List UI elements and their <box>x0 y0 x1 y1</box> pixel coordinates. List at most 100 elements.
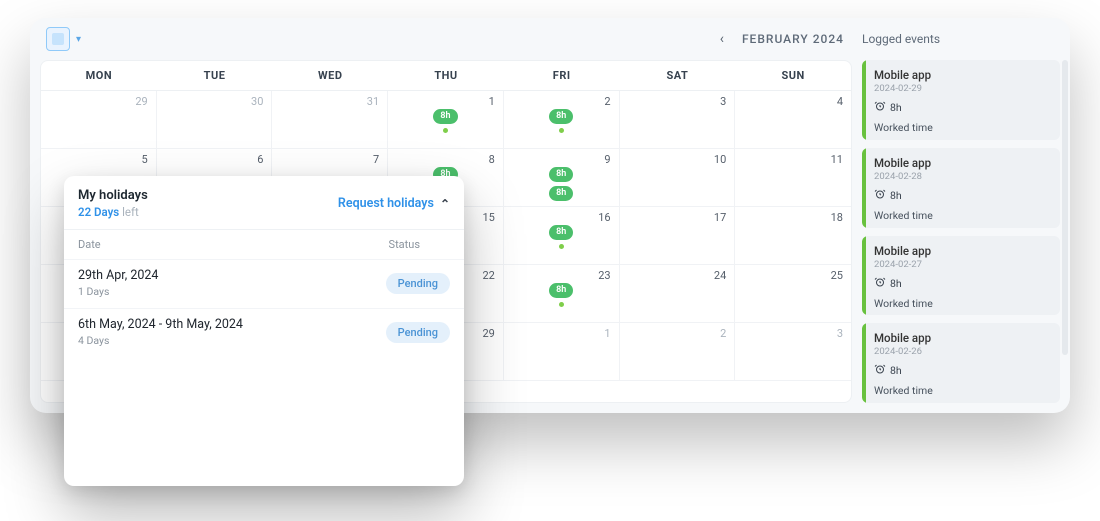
calendar-cell[interactable]: 25 <box>735 265 851 323</box>
select-all-checkbox[interactable] <box>46 27 70 51</box>
calendar-cell[interactable]: 28h <box>504 91 620 149</box>
calendar-cell[interactable]: 31 <box>272 91 388 149</box>
calendar-cell[interactable]: 24 <box>620 265 736 323</box>
calendar-cell[interactable]: 30 <box>157 91 273 149</box>
calendar-cell[interactable]: 1 8h <box>388 91 504 149</box>
calendar-cell[interactable]: 23 8h <box>504 265 620 323</box>
holiday-row[interactable]: 6th May, 2024 - 9th May, 20244 Days Pendi… <box>64 308 464 357</box>
event-card[interactable]: Mobile app2024-02-288hWorked time <box>862 148 1060 228</box>
holidays-days-left: 22 Days left <box>78 205 148 219</box>
hours-pill[interactable]: 8h <box>549 283 573 298</box>
holidays-title-block: My holidays 22 Days left <box>78 188 148 219</box>
calendar-header-cell: MON <box>41 61 157 90</box>
event-hours: 8h <box>874 188 1050 203</box>
calendar-cell[interactable]: 11 <box>735 149 851 207</box>
prev-month-button[interactable]: ‹ <box>712 27 732 51</box>
days-left-value: 22 Days <box>78 205 119 219</box>
calendar-cell[interactable]: 9 8h 8h <box>504 149 620 207</box>
event-hours: 8h <box>874 276 1050 291</box>
col-date-label: Date <box>78 238 101 251</box>
calendar-cell[interactable]: 3 <box>620 91 736 149</box>
event-title: Mobile app <box>874 156 1050 170</box>
day-number: 29 <box>135 95 147 108</box>
logged-events-heading: Logged events <box>862 32 1042 46</box>
calendar-cell[interactable]: 17 <box>620 207 736 265</box>
calendar-cell[interactable]: 16 8h <box>504 207 620 265</box>
event-dot-icon <box>559 302 564 307</box>
calendar-cell[interactable]: 29 <box>41 91 157 149</box>
day-number: 17 <box>714 211 726 224</box>
calendar-header-cell: TUE <box>157 61 273 90</box>
day-number: 2 <box>720 327 726 340</box>
calendar-header-cell: THU <box>388 61 504 90</box>
day-number: 30 <box>251 95 263 108</box>
event-title: Mobile app <box>874 244 1050 258</box>
day-number: 4 <box>837 95 843 108</box>
day-number: 1 <box>604 327 610 340</box>
calendar-cell[interactable]: 1 <box>504 323 620 381</box>
alarm-icon <box>874 363 886 378</box>
request-holidays-button[interactable]: Request holidays ⌃ <box>338 196 450 211</box>
calendar-cell[interactable]: 10 <box>620 149 736 207</box>
day-number: 22 <box>482 269 494 282</box>
holiday-date-block: 6th May, 2024 - 9th May, 20244 Days <box>78 317 243 347</box>
calendar-header-cell: SUN <box>735 61 851 90</box>
events-scrollbar[interactable] <box>1062 60 1068 355</box>
calendar-cell[interactable]: 4 <box>735 91 851 149</box>
col-status-label: Status <box>389 238 450 251</box>
day-number: 16 <box>598 211 610 224</box>
holiday-days: 1 Days <box>78 285 158 298</box>
hours-pill[interactable]: 8h <box>549 186 573 201</box>
day-number: 25 <box>831 269 843 282</box>
event-title: Mobile app <box>874 331 1050 345</box>
day-number: 23 <box>598 269 610 282</box>
event-kind: Worked time <box>874 384 1050 397</box>
calendar-header-cell: WED <box>272 61 388 90</box>
event-dot-icon <box>559 244 564 249</box>
chevron-down-icon[interactable]: ▾ <box>76 34 81 45</box>
chevron-up-icon: ⌃ <box>440 197 450 211</box>
calendar-header-cell: SAT <box>620 61 736 90</box>
day-number: 6 <box>257 153 263 166</box>
event-card[interactable]: Mobile app2024-02-278hWorked time <box>862 236 1060 316</box>
status-badge: Pending <box>386 322 450 343</box>
day-number: 18 <box>831 211 843 224</box>
days-left-suffix: left <box>122 205 139 219</box>
event-date: 2024-02-28 <box>874 171 1050 182</box>
holiday-date: 6th May, 2024 - 9th May, 2024 <box>78 317 243 332</box>
hours-pill[interactable]: 8h <box>549 167 573 182</box>
day-number: 7 <box>373 153 379 166</box>
request-holidays-label: Request holidays <box>338 196 434 211</box>
event-kind: Worked time <box>874 297 1050 310</box>
calendar-header: MONTUEWEDTHUFRISATSUN <box>41 61 851 91</box>
holiday-date-block: 29th Apr, 20241 Days <box>78 268 158 298</box>
calendar-cell[interactable]: 2 <box>620 323 736 381</box>
calendar-cell[interactable]: 3 <box>735 323 851 381</box>
event-card[interactable]: Mobile app2024-02-268hWorked time <box>862 323 1060 403</box>
calendar-cell[interactable]: 18 <box>735 207 851 265</box>
day-number: 3 <box>837 327 843 340</box>
holiday-row[interactable]: 29th Apr, 20241 Days Pending <box>64 259 464 308</box>
day-number: 1 <box>489 95 495 108</box>
month-label: FEBRUARY 2024 <box>742 32 844 46</box>
alarm-icon <box>874 100 886 115</box>
hours-pill[interactable]: 8h <box>549 109 573 124</box>
event-card[interactable]: Mobile app2024-02-298hWorked time <box>862 60 1060 140</box>
holidays-title: My holidays <box>78 188 148 203</box>
day-number: 9 <box>604 153 610 166</box>
day-number: 11 <box>831 153 843 166</box>
event-dot-icon <box>559 128 564 133</box>
day-number: 8 <box>489 153 495 166</box>
alarm-icon <box>874 188 886 203</box>
hours-pill[interactable]: 8h <box>549 225 573 240</box>
status-badge: Pending <box>386 273 450 294</box>
event-hours: 8h <box>874 363 1050 378</box>
day-number: 24 <box>714 269 726 282</box>
day-number: 10 <box>714 153 726 166</box>
events-panel: Mobile app2024-02-298hWorked timeMobile … <box>862 60 1060 403</box>
hours-pill[interactable]: 8h <box>433 109 457 124</box>
calendar-header-cell: FRI <box>504 61 620 90</box>
event-dot-icon <box>443 128 448 133</box>
event-hours: 8h <box>874 100 1050 115</box>
event-kind: Worked time <box>874 121 1050 134</box>
